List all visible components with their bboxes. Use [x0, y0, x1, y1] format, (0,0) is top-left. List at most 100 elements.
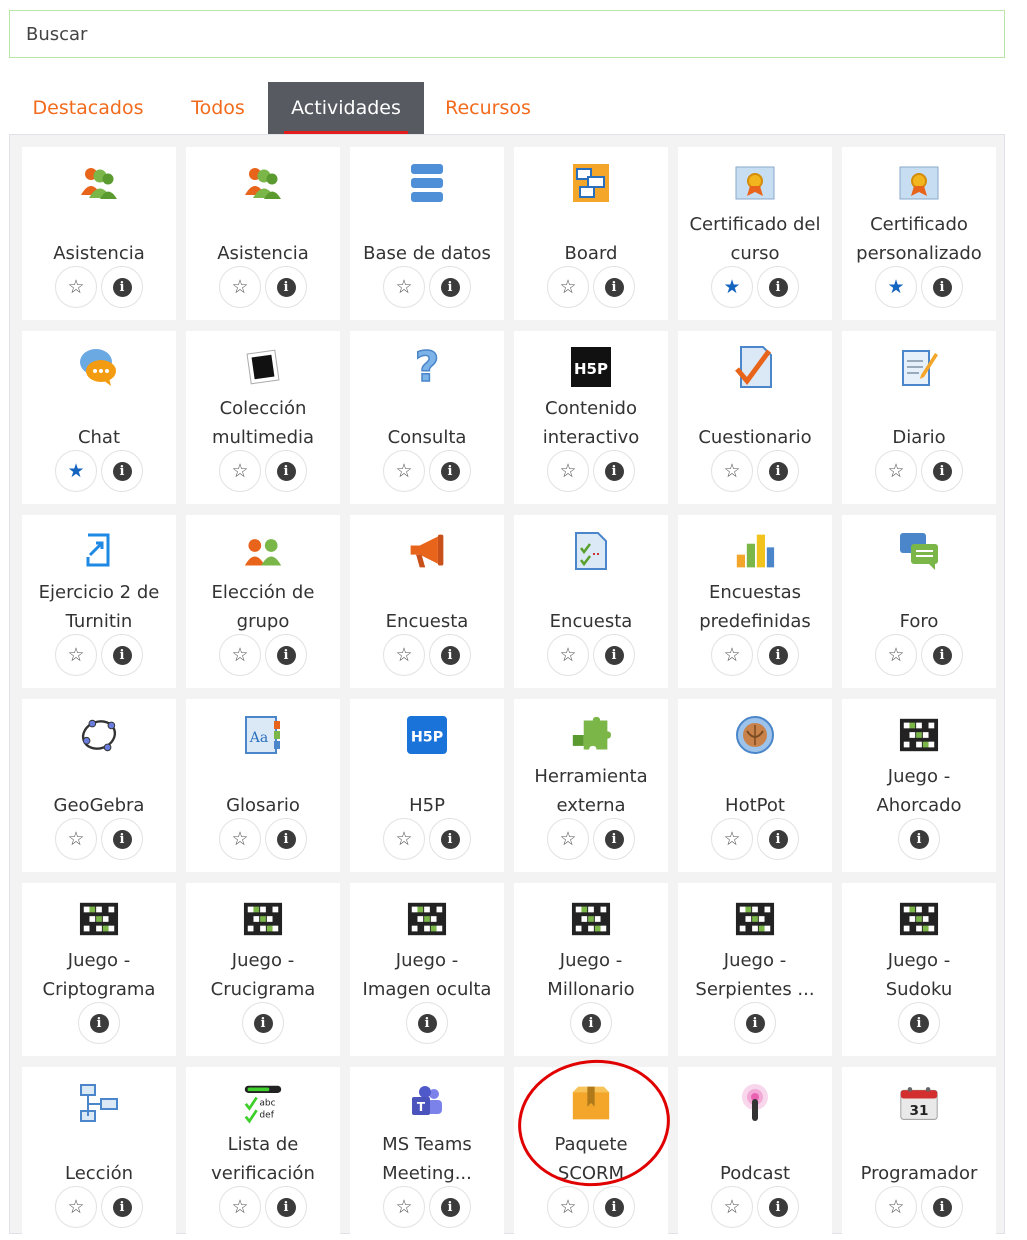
- info-button[interactable]: i: [429, 634, 471, 676]
- activity-card[interactable]: Asistencia ☆ i: [186, 147, 340, 320]
- star-favourite-button[interactable]: ★: [711, 266, 753, 308]
- tab-recursos[interactable]: Recursos: [434, 82, 542, 134]
- info-button[interactable]: i: [242, 1002, 284, 1044]
- info-button[interactable]: i: [265, 634, 307, 676]
- star-favourite-button[interactable]: ☆: [55, 634, 97, 676]
- info-button[interactable]: i: [265, 266, 307, 308]
- activity-card[interactable]: Herramienta externa ☆ i: [514, 699, 668, 872]
- star-favourite-button[interactable]: ☆: [383, 266, 425, 308]
- activity-card[interactable]: Board ☆ i: [514, 147, 668, 320]
- activity-card[interactable]: abc def Lista de verificación ☆ i: [186, 1067, 340, 1240]
- info-button[interactable]: i: [898, 818, 940, 860]
- star-favourite-button[interactable]: ☆: [711, 450, 753, 492]
- info-button[interactable]: i: [757, 1186, 799, 1228]
- info-button[interactable]: i: [757, 818, 799, 860]
- info-button[interactable]: i: [265, 450, 307, 492]
- activity-card[interactable]: Juego - Serpientes ... i: [678, 883, 832, 1056]
- info-button[interactable]: i: [757, 266, 799, 308]
- activity-card[interactable]: Certificado del curso ★ i: [678, 147, 832, 320]
- activity-card[interactable]: HotPot ☆ i: [678, 699, 832, 872]
- info-button[interactable]: i: [593, 266, 635, 308]
- star-favourite-button[interactable]: ☆: [219, 818, 261, 860]
- info-button[interactable]: i: [593, 450, 635, 492]
- info-button[interactable]: i: [429, 1186, 471, 1228]
- info-button[interactable]: i: [593, 1186, 635, 1228]
- activity-card[interactable]: Ejercicio 2 de Turnitin ☆ i: [22, 515, 176, 688]
- info-button[interactable]: i: [101, 818, 143, 860]
- info-button[interactable]: i: [734, 1002, 776, 1044]
- star-favourite-button[interactable]: ☆: [383, 818, 425, 860]
- info-button[interactable]: i: [757, 634, 799, 676]
- star-favourite-button[interactable]: ☆: [711, 1186, 753, 1228]
- info-button[interactable]: i: [429, 818, 471, 860]
- activity-card[interactable]: Juego - Millonario i: [514, 883, 668, 1056]
- info-button[interactable]: i: [265, 1186, 307, 1228]
- star-favourite-button[interactable]: ☆: [875, 1186, 917, 1228]
- search-input[interactable]: Buscar: [9, 10, 1005, 58]
- star-favourite-button[interactable]: ☆: [219, 450, 261, 492]
- activity-card[interactable]: Lección ☆ i: [22, 1067, 176, 1240]
- info-button[interactable]: i: [570, 1002, 612, 1044]
- info-button[interactable]: i: [101, 450, 143, 492]
- activity-card[interactable]: Cuestionario ☆ i: [678, 331, 832, 504]
- info-button[interactable]: i: [921, 634, 963, 676]
- info-button[interactable]: i: [921, 450, 963, 492]
- star-favourite-button[interactable]: ☆: [547, 634, 589, 676]
- info-button[interactable]: i: [921, 266, 963, 308]
- activity-card[interactable]: GeoGebra ☆ i: [22, 699, 176, 872]
- info-button[interactable]: i: [101, 634, 143, 676]
- star-favourite-button[interactable]: ☆: [383, 450, 425, 492]
- star-favourite-button[interactable]: ☆: [711, 634, 753, 676]
- activity-card[interactable]: T MS Teams Meeting... ☆ i: [350, 1067, 504, 1240]
- activity-card[interactable]: Juego - Sudoku i: [842, 883, 996, 1056]
- activity-card[interactable]: Aa Glosario ☆ i: [186, 699, 340, 872]
- info-button[interactable]: i: [898, 1002, 940, 1044]
- star-favourite-button[interactable]: ☆: [547, 1186, 589, 1228]
- info-button[interactable]: i: [265, 818, 307, 860]
- info-button[interactable]: i: [429, 450, 471, 492]
- info-button[interactable]: i: [101, 266, 143, 308]
- activity-card[interactable]: Podcast ☆ i: [678, 1067, 832, 1240]
- activity-card[interactable]: 31 Programador ☆ i: [842, 1067, 996, 1240]
- star-favourite-button[interactable]: ☆: [219, 1186, 261, 1228]
- star-favourite-button[interactable]: ☆: [875, 450, 917, 492]
- star-favourite-button[interactable]: ★: [875, 266, 917, 308]
- activity-card[interactable]: Juego - Criptograma i: [22, 883, 176, 1056]
- activity-card[interactable]: Encuestas predefinidas ☆ i: [678, 515, 832, 688]
- star-favourite-button[interactable]: ☆: [219, 634, 261, 676]
- activity-card[interactable]: Colección multimedia ☆ i: [186, 331, 340, 504]
- tab-actividades[interactable]: Actividades: [268, 82, 424, 134]
- activity-card[interactable]: Foro ☆ i: [842, 515, 996, 688]
- star-favourite-button[interactable]: ☆: [383, 634, 425, 676]
- info-button[interactable]: i: [429, 266, 471, 308]
- star-favourite-button[interactable]: ☆: [55, 1186, 97, 1228]
- activity-card[interactable]: Paquete SCORM ☆ i: [514, 1067, 668, 1240]
- star-favourite-button[interactable]: ☆: [711, 818, 753, 860]
- activity-card[interactable]: H5P H5P ☆ i: [350, 699, 504, 872]
- tab-todos[interactable]: Todos: [177, 82, 259, 134]
- star-favourite-button[interactable]: ☆: [547, 266, 589, 308]
- info-button[interactable]: i: [593, 634, 635, 676]
- activity-card[interactable]: Juego - Ahorcado i: [842, 699, 996, 872]
- activity-card[interactable]: Chat ★ i: [22, 331, 176, 504]
- info-button[interactable]: i: [101, 1186, 143, 1228]
- info-button[interactable]: i: [921, 1186, 963, 1228]
- activity-card[interactable]: ? Consulta ☆ i: [350, 331, 504, 504]
- activity-card[interactable]: Juego - Crucigrama i: [186, 883, 340, 1056]
- info-button[interactable]: i: [406, 1002, 448, 1044]
- info-button[interactable]: i: [78, 1002, 120, 1044]
- activity-card[interactable]: Juego - Imagen oculta i: [350, 883, 504, 1056]
- activity-card[interactable]: Encuesta ☆ i: [514, 515, 668, 688]
- info-button[interactable]: i: [757, 450, 799, 492]
- activity-card[interactable]: Encuesta ☆ i: [350, 515, 504, 688]
- star-favourite-button[interactable]: ☆: [219, 266, 261, 308]
- star-favourite-button[interactable]: ☆: [55, 266, 97, 308]
- star-favourite-button[interactable]: ☆: [55, 818, 97, 860]
- star-favourite-button[interactable]: ★: [55, 450, 97, 492]
- info-button[interactable]: i: [593, 818, 635, 860]
- activity-card[interactable]: Base de datos ☆ i: [350, 147, 504, 320]
- star-favourite-button[interactable]: ☆: [547, 450, 589, 492]
- activity-card[interactable]: H5P Contenido interactivo ☆ i: [514, 331, 668, 504]
- star-favourite-button[interactable]: ☆: [547, 818, 589, 860]
- activity-card[interactable]: Elección de grupo ☆ i: [186, 515, 340, 688]
